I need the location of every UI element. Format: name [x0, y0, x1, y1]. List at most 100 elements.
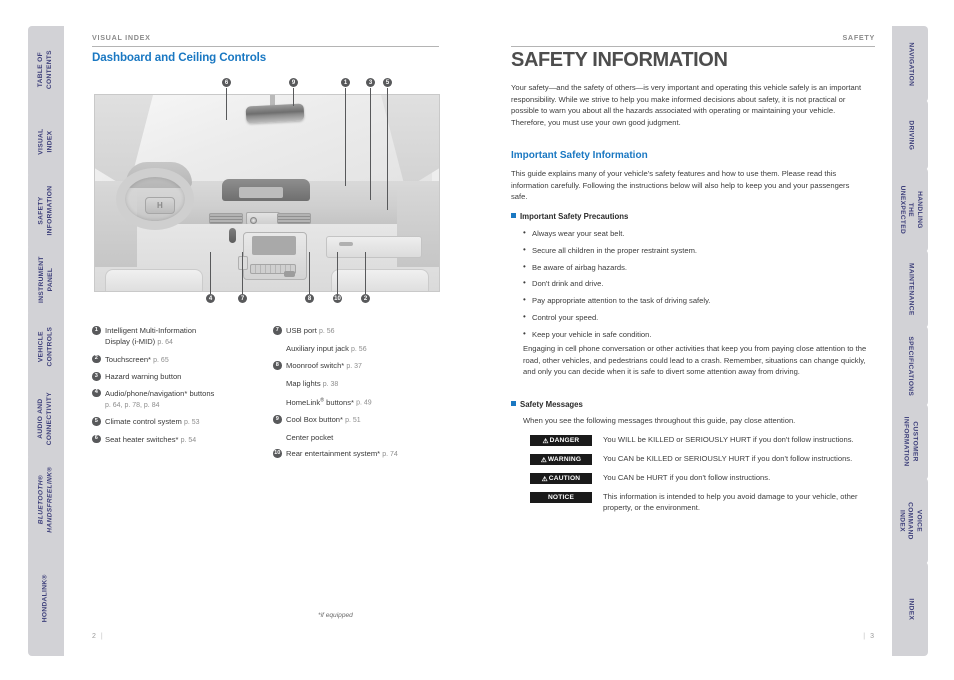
safety-message-text: You WILL be KILLED or SERIOUSLY HURT if … [603, 435, 854, 444]
tab-bluetooth-handsfreelink[interactable]: BLUETOOTH® HANDSFREELINK® [28, 454, 64, 546]
legend-number: 6 [92, 434, 101, 443]
gear-shifter [229, 228, 237, 244]
tab-vehicle-controls[interactable]: VEHICLE CONTROLS [28, 310, 64, 384]
legend-number: 5 [92, 417, 101, 426]
legend-number: 1 [92, 326, 101, 335]
manual-spread: TABLE OF CONTENTS VISUAL INDEX SAFETY INFO… [0, 0, 954, 680]
tab-label: DRIVING [907, 120, 915, 150]
legend-page-ref[interactable]: p. 65 [153, 357, 169, 364]
tab-hondalink[interactable]: HONDALINK® [28, 540, 64, 656]
badge-label: CAUTION [548, 475, 581, 482]
header-rule-right [511, 46, 875, 47]
legend-page-ref[interactable]: p. 64 [157, 339, 173, 346]
tab-label: HANDLING THE UNEXPECTED [898, 185, 923, 235]
climate-knob-left [249, 216, 257, 224]
legend-label: Audio/phone/navigation* buttons [105, 388, 215, 398]
legend-label: Hazard warning button [105, 372, 182, 381]
callout-leader-1 [345, 88, 346, 186]
tab-label: AUDIO AND CONNECTIVITY [37, 392, 54, 446]
tab-specifications[interactable]: SPECIFICATIONS [892, 326, 928, 406]
legend-page-ref[interactable]: p. 38 [323, 381, 339, 388]
tab-instrument-panel[interactable]: INSTRUMENT PANEL [28, 244, 64, 316]
precaution-bullet: Control your speed. [523, 311, 868, 323]
safety-message-row: ⚠ CAUTION You CAN be HURT if you don't fol… [530, 472, 875, 484]
safety-message-row: ⚠ WARNING You CAN be KILLED or SERIOUSLY H… [530, 453, 875, 465]
precaution-bullet: Don't drink and drive. [523, 277, 868, 289]
precautions-heading: Important Safety Precautions [511, 212, 628, 221]
legend-page-ref[interactable]: p. 49 [356, 400, 372, 407]
safety-message-row: NOTICE This information is intended to he… [530, 491, 875, 513]
tab-voice-command-index[interactable]: VOICE COMMAND INDEX [892, 478, 928, 564]
legend-number: 4 [92, 388, 101, 397]
callout-leader-5 [387, 88, 388, 210]
legend-subitem: Center pocket [273, 432, 463, 443]
folio-right-bar: | [863, 633, 866, 640]
badge-label: WARNING [547, 456, 582, 463]
precaution-bullet: Keep your vehicle in safe condition. [523, 328, 868, 340]
badge-caution: ⚠ CAUTION [530, 473, 592, 484]
tab-label: INDEX [907, 598, 915, 620]
safety-information-title: SAFETY INFORMATION [511, 49, 728, 71]
legend-item: 8 Moonroof switch* p. 37 [273, 360, 463, 372]
steering-wheel-logo: H [144, 196, 175, 214]
legend-page-ref[interactable]: p. 37 [346, 363, 362, 370]
legend-page-ref[interactable]: p. 53 [184, 419, 200, 426]
legend-label: Moonroof switch* [286, 361, 345, 370]
legend-page-ref[interactable]: p. 56 [319, 328, 335, 335]
legend-page-ref[interactable]: p. 64, p. 78, p. 84 [105, 402, 160, 409]
tab-label: SAFETY INFORMATION [37, 186, 54, 236]
legend-subitem: Auxiliary input jack p. 56 [273, 343, 463, 355]
callout-leader-10 [337, 252, 338, 294]
badge-warning: ⚠ WARNING [530, 454, 592, 465]
legend-label: Rear entertainment system* [286, 449, 381, 459]
warning-triangle-icon: ⚠ [541, 475, 548, 483]
tab-customer-information[interactable]: CUSTOMER INFORMATION [892, 404, 928, 480]
running-head-left: VISUAL INDEX [92, 33, 151, 42]
callout-marker-1: 1 [341, 78, 350, 87]
tab-handling-the-unexpected[interactable]: HANDLING THE UNEXPECTED [892, 168, 928, 252]
precaution-bullet: Secure all children in the proper restra… [523, 244, 868, 256]
seat-right [330, 269, 429, 291]
tab-audio-and-connectivity[interactable]: AUDIO AND CONNECTIVITY [28, 378, 64, 460]
precaution-bullet: Be aware of airbag hazards. [523, 261, 868, 273]
tab-safety-information[interactable]: SAFETY INFORMATION [28, 172, 64, 250]
legend-page-ref[interactable]: p. 54 [181, 437, 197, 444]
tab-navigation[interactable]: NAVIGATION [892, 26, 928, 102]
callout-leader-6 [226, 88, 227, 120]
callout-leader-9 [293, 88, 294, 106]
callout-marker-5: 5 [383, 78, 392, 87]
vent-center-left [208, 212, 243, 224]
tab-maintenance[interactable]: MAINTENANCE [892, 250, 928, 328]
tab-label: TABLE OF CONTENTS [37, 50, 54, 90]
legend-number: 9 [273, 415, 282, 424]
legend-label: USB port [286, 326, 317, 335]
legend-page-ref[interactable]: p. 51 [345, 417, 361, 424]
legend-number: 3 [92, 372, 101, 381]
warning-triangle-icon: ⚠ [542, 437, 549, 445]
dashboard-illustration: H [94, 94, 440, 292]
precaution-bullet: Always wear your seat belt. [523, 227, 868, 239]
tab-driving[interactable]: DRIVING [892, 100, 928, 170]
glovebox-handle [339, 242, 353, 246]
safety-message-row: ⚠ DANGER You WILL be KILLED or SERIOUSLY H… [530, 434, 875, 446]
tab-table-of-contents[interactable]: TABLE OF CONTENTS [28, 26, 64, 114]
safety-message-text: You CAN be HURT if you don't follow inst… [603, 473, 771, 482]
callout-marker-7: 7 [238, 294, 247, 303]
legend-page-ref[interactable]: p. 74 [382, 451, 398, 458]
tab-visual-index[interactable]: VISUAL INDEX [28, 106, 64, 178]
legend-label: Auxiliary input jack [286, 343, 349, 353]
tab-label: BLUETOOTH® HANDSFREELINK® [37, 466, 53, 534]
tab-index[interactable]: INDEX [892, 562, 928, 656]
callout-marker-9: 9 [289, 78, 298, 87]
badge-label: NOTICE [547, 494, 575, 501]
intro-paragraph: Your safety—and the safety of others—is … [511, 83, 862, 127]
legend-page-ref[interactable]: p. 56 [351, 346, 367, 353]
legend-item: 5 Climate control system p. 53 [92, 416, 282, 428]
legend-item: 10 Rear entertainment system* p. 74 [273, 448, 463, 460]
tab-label: MAINTENANCE [907, 262, 915, 316]
folio-left-bar: | [100, 633, 103, 640]
precaution-bullet: Pay appropriate attention to the task of… [523, 294, 868, 306]
warning-triangle-icon: ⚠ [540, 456, 547, 464]
legend-item: 3 Hazard warning button [92, 371, 282, 382]
legend-item: 7 USB port p. 56 [273, 325, 463, 337]
